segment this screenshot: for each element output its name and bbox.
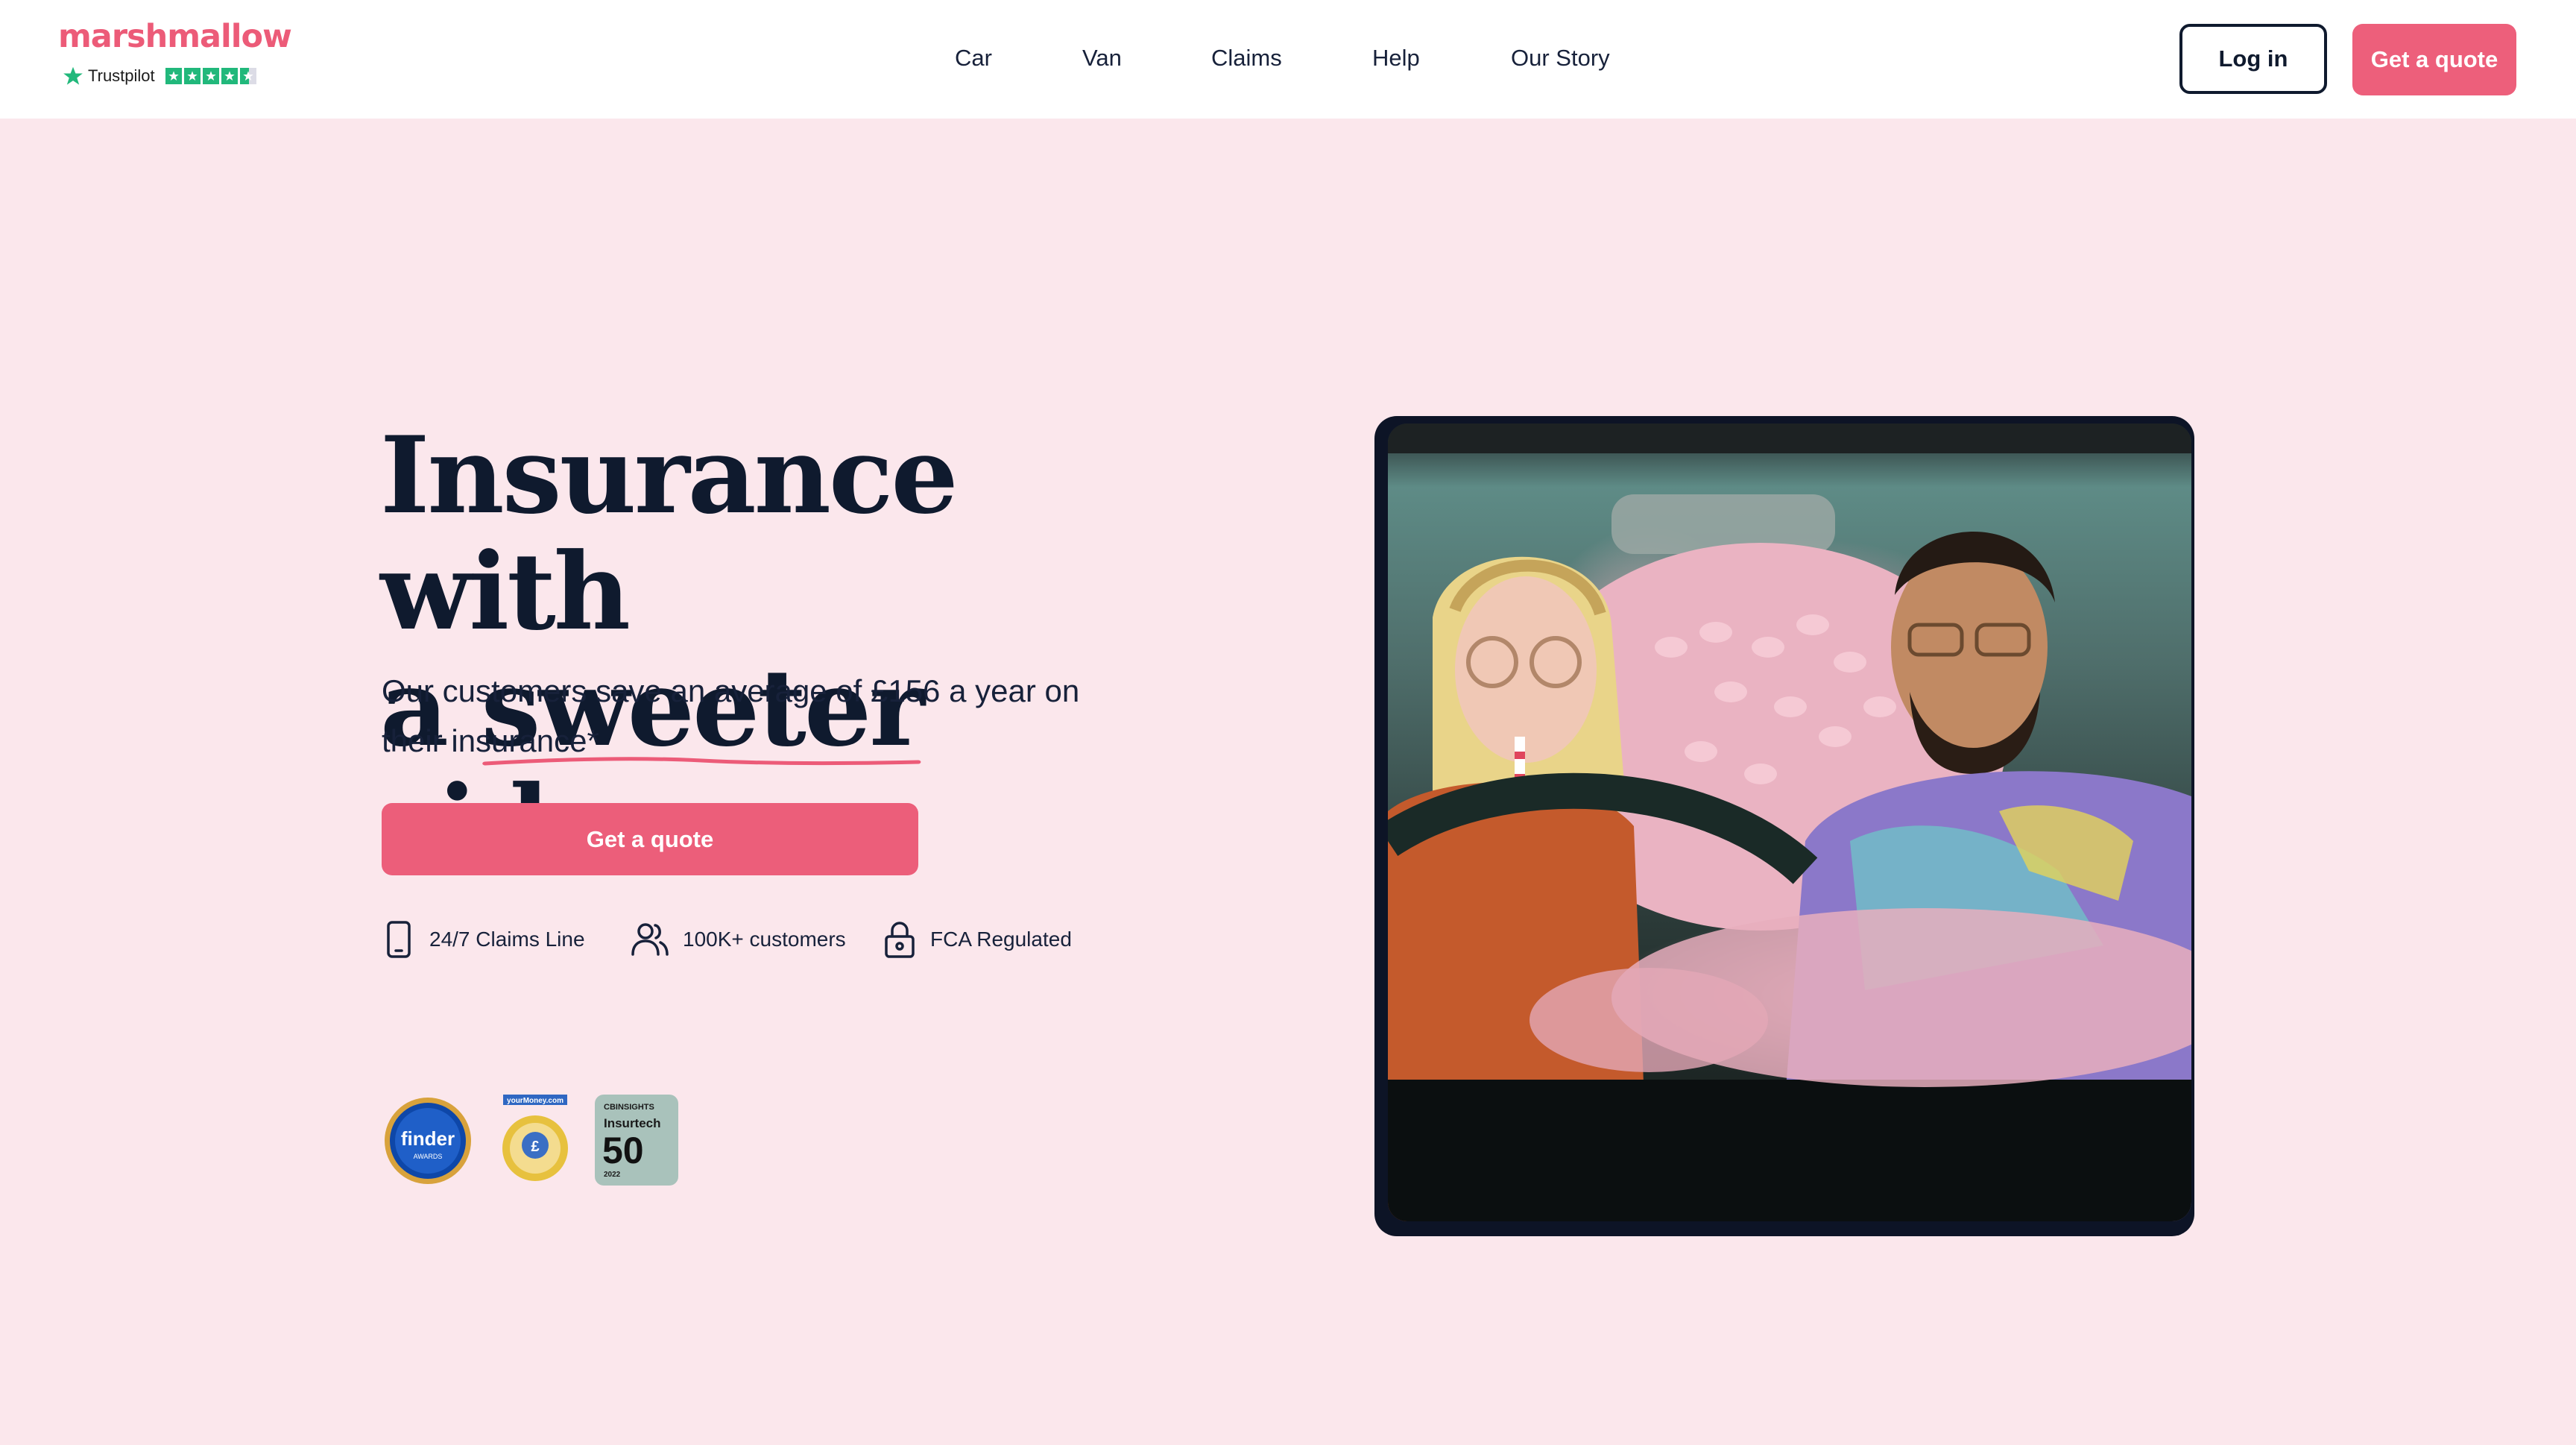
cbinsights-badge-year: 2022 — [604, 1171, 621, 1179]
finder-badge-text: finder — [401, 1127, 455, 1150]
cbinsights-badge-number: 50 — [602, 1130, 644, 1171]
headline-line1: Insurance with — [380, 414, 959, 654]
finder-award-badge: finder AWARDS — [385, 1098, 471, 1184]
feature-label: 24/7 Claims Line — [429, 928, 585, 951]
lock-icon — [885, 922, 915, 958]
nav-help[interactable]: Help — [1372, 45, 1420, 72]
feature-customers: 100K+ customers — [631, 919, 846, 960]
feature-label: 100K+ customers — [683, 928, 846, 951]
get-quote-hero-button[interactable]: Get a quote — [382, 803, 918, 875]
trustpilot-label: Trustpilot — [88, 66, 155, 85]
star-icon — [165, 68, 182, 84]
nav-our-story[interactable]: Our Story — [1511, 45, 1610, 72]
people-in-car-illustration — [1388, 424, 2191, 1221]
login-button[interactable]: Log in — [2179, 24, 2327, 94]
star-icon — [221, 68, 238, 84]
trustpilot-star-icon — [63, 66, 83, 85]
trustpilot-rating[interactable]: Trustpilot — [63, 64, 256, 88]
users-icon — [631, 923, 669, 956]
finder-badge-subtext: AWARDS — [414, 1153, 443, 1160]
nav-car[interactable]: Car — [955, 45, 992, 72]
cbinsights-badge-text: CBINSIGHTS — [604, 1103, 654, 1112]
cbinsights-badge-title: Insurtech — [604, 1116, 661, 1130]
get-quote-header-button[interactable]: Get a quote — [2352, 24, 2516, 95]
hero-photo — [1388, 424, 2191, 1221]
feature-claims-line: 24/7 Claims Line — [382, 919, 585, 960]
star-icon — [183, 68, 201, 84]
phone-icon — [387, 921, 411, 958]
yourmoney-badge-symbol: £ — [531, 1139, 539, 1155]
nav-claims[interactable]: Claims — [1211, 45, 1282, 72]
feature-fca: FCA Regulated — [883, 919, 1072, 960]
trustpilot-stars — [165, 68, 256, 84]
site-header: marshmallow Trustpilot Car Van Claims He… — [0, 0, 2576, 119]
star-icon — [202, 68, 219, 84]
feature-label: FCA Regulated — [930, 928, 1072, 951]
yourmoney-badge-text: yourMoney.com — [507, 1097, 564, 1105]
marshmallow-logo[interactable]: marshmallow — [58, 18, 292, 55]
yourmoney-award-badge: yourMoney.com £ — [502, 1095, 568, 1181]
half-star-icon — [239, 68, 256, 84]
nav-van[interactable]: Van — [1082, 45, 1122, 72]
cbinsights-award-badge: CBINSIGHTS Insurtech 50 2022 — [595, 1095, 678, 1186]
hero-subtitle: Our customers save an average of £156 a … — [382, 673, 1080, 758]
